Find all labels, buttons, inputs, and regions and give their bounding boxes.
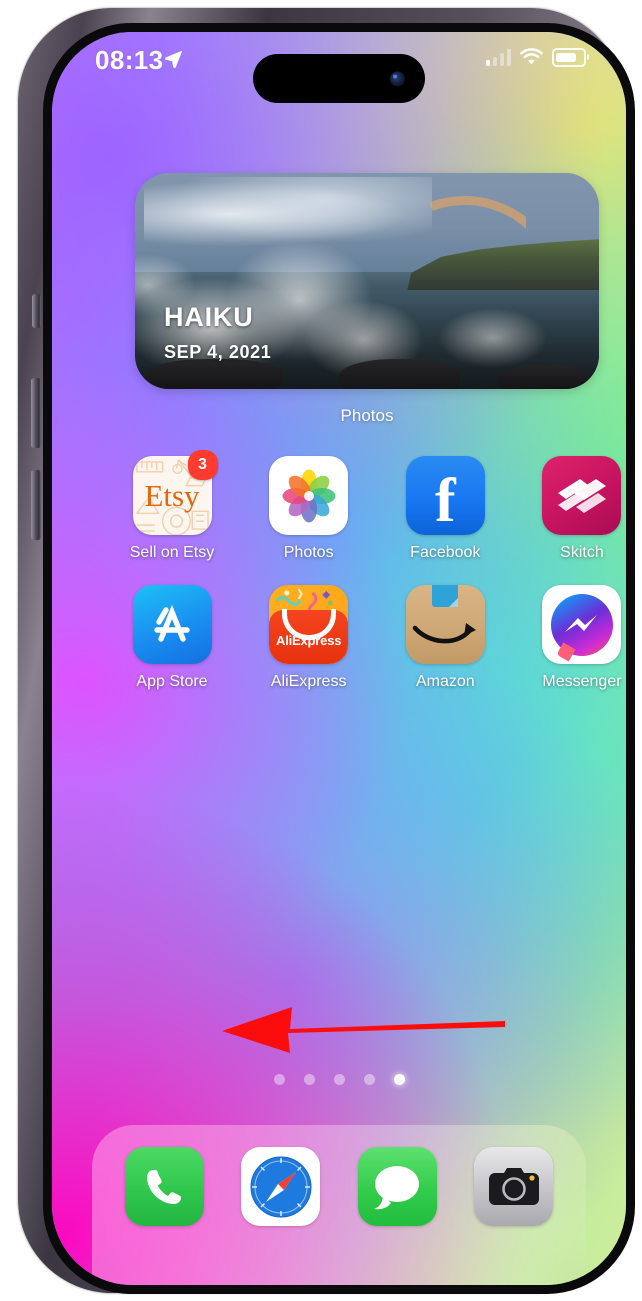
dock: [92, 1125, 586, 1285]
app-grid: Etsy 3 Sell on Etsy Photos f Facebook Sk…: [122, 450, 626, 714]
app-label: Messenger: [542, 673, 622, 690]
app-app-store[interactable]: App Store: [122, 585, 222, 691]
status-bar-time: 08:13: [95, 45, 164, 75]
page-dot[interactable]: [363, 1074, 375, 1085]
skitch-icon: [542, 456, 622, 535]
volume-down-button[interactable]: [31, 470, 41, 540]
status-badge: 3: [187, 450, 218, 480]
app-store-a-icon: [154, 604, 190, 642]
messages-bubble-icon[interactable]: [357, 1147, 437, 1226]
aliexpress-wordmark: AliExpress: [276, 633, 342, 648]
widget-date: SEP 4, 2021: [164, 342, 272, 362]
wifi-icon: [520, 48, 543, 65]
skitch-arrows-icon: [557, 478, 606, 513]
app-label: Amazon: [415, 673, 475, 690]
app-label: Sell on Etsy: [129, 544, 215, 561]
messenger-icon: [542, 585, 622, 664]
page-indicator-dots[interactable]: [52, 1074, 626, 1085]
front-camera-icon: [390, 71, 405, 86]
camera-body-glyph: [488, 1167, 539, 1205]
red-left-arrow-annotation: [222, 1007, 505, 1053]
phone-handset-glyph: [147, 1169, 182, 1204]
cellular-signal-icon: [485, 49, 511, 66]
status-bar-indicators: [485, 48, 589, 67]
location-arrow-icon: [165, 51, 182, 69]
app-row: Etsy 3 Sell on Etsy Photos f Facebook Sk…: [122, 450, 626, 562]
dock-items: [92, 1147, 586, 1226]
app-sell-on-etsy[interactable]: Etsy 3 Sell on Etsy: [122, 450, 222, 562]
facebook-f-glyph: f: [434, 466, 456, 535]
safari-compass-glyph: [250, 1156, 312, 1217]
facebook-icon: f: [405, 456, 485, 535]
widget-title: HAIKU: [164, 302, 254, 332]
phone-frame: 08:13 HAIKU SEP 4, 2021 Photos Etsy 3 Se…: [18, 8, 635, 1294]
photos-icon: [269, 456, 349, 535]
page-dot[interactable]: [333, 1074, 345, 1085]
volume-up-button[interactable]: [31, 378, 41, 448]
app-store-icon: [132, 585, 212, 664]
app-label: Photos: [283, 544, 334, 561]
screenshot-root: 08:13 HAIKU SEP 4, 2021 Photos Etsy 3 Se…: [0, 0, 642, 1301]
page-dot[interactable]: [273, 1074, 285, 1085]
battery-icon: [552, 48, 589, 67]
messages-bubble-glyph: [374, 1165, 420, 1209]
app-row: App Store AliExpress AliExpress Amazon M…: [122, 585, 626, 691]
phone-screen: 08:13 HAIKU SEP 4, 2021 Photos Etsy 3 Se…: [52, 32, 626, 1285]
aliexpress-icon: AliExpress: [269, 585, 349, 664]
amazon-box-tape: [432, 585, 459, 607]
app-photos[interactable]: Photos: [259, 456, 359, 562]
app-label: Facebook: [410, 544, 481, 561]
app-facebook[interactable]: f Facebook: [395, 456, 495, 562]
app-label: Skitch: [560, 544, 604, 561]
safari-compass-icon[interactable]: [241, 1147, 321, 1226]
phone-icon[interactable]: [124, 1147, 204, 1226]
app-label: App Store: [136, 673, 208, 690]
page-dot-active[interactable]: [393, 1074, 405, 1085]
amazon-icon: [405, 585, 485, 664]
page-dot[interactable]: [303, 1074, 315, 1085]
amazon-smile-icon: [412, 623, 476, 644]
app-amazon[interactable]: Amazon: [395, 585, 495, 691]
photos-widget[interactable]: HAIKU SEP 4, 2021: [135, 173, 599, 389]
app-aliexpress[interactable]: AliExpress AliExpress: [259, 585, 359, 691]
app-label: AliExpress: [270, 673, 347, 690]
camera-icon[interactable]: [474, 1147, 554, 1226]
messenger-bubble: [550, 593, 613, 656]
messenger-bolt-icon: [564, 614, 597, 632]
widget-label: Photos: [340, 406, 394, 425]
dynamic-island[interactable]: [253, 54, 425, 103]
mute-switch[interactable]: [32, 294, 41, 328]
app-messenger[interactable]: Messenger: [532, 585, 626, 691]
app-skitch[interactable]: Skitch: [532, 456, 626, 562]
photos-pinwheel-icon: [282, 469, 336, 522]
